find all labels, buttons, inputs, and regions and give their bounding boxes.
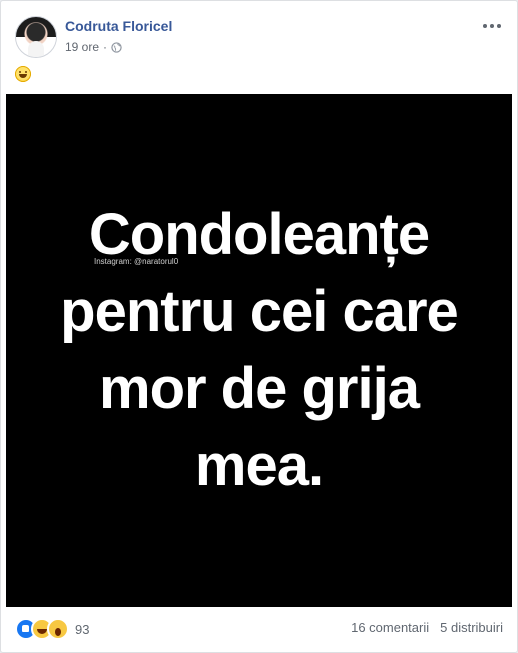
shares-count[interactable]: 5 distribuiri [440,620,503,635]
grinning-face-emoji-icon [15,66,31,82]
reaction-count[interactable]: 93 [75,622,89,637]
image-line-4: mea. [194,433,324,498]
dot-icon [490,24,494,28]
post-footer: 93 16 comentarii 5 distribuiri [15,617,503,640]
post-meta: 19 ore · [65,40,122,54]
dot-icon [497,24,501,28]
image-line-1: Condoleanțe [88,202,430,267]
globe-icon[interactable] [111,41,122,53]
facebook-post: Codruta Floricel 19 ore · Condoleanțe pe… [0,0,518,653]
meta-separator: · [103,40,108,54]
post-time[interactable]: 19 ore [65,40,99,54]
image-line-2: pentru cei care [60,279,459,344]
post-image[interactable]: Condoleanțe pentru cei care mor de grija… [6,94,512,607]
wow-icon [47,618,69,640]
image-watermark: Instagram: @naratorul0 [94,257,179,266]
image-line-3: mor de grija [99,356,420,421]
more-options-button[interactable] [481,19,503,33]
avatar[interactable] [15,16,57,58]
image-text: Condoleanțe pentru cei care mor de grija… [6,196,512,504]
dot-icon [483,24,487,28]
reactions-summary[interactable]: 93 [15,618,89,640]
author-name[interactable]: Codruta Floricel [65,18,172,34]
post-header: Codruta Floricel 19 ore · [15,13,503,61]
comments-count[interactable]: 16 comentarii [351,620,429,635]
engagement-counts: 16 comentarii 5 distribuiri [351,620,503,635]
post-status [15,65,31,83]
